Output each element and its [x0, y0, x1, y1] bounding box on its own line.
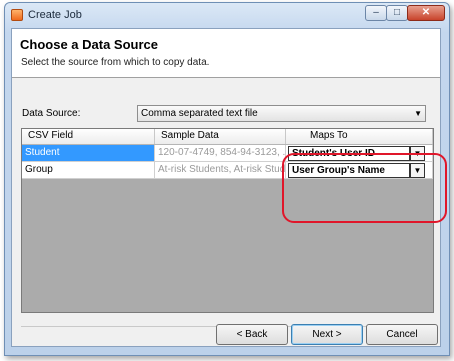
dialog-client-area: Choose a Data Source Select the source f… — [11, 28, 447, 347]
cancel-button[interactable]: Cancel — [366, 324, 438, 345]
minimize-button[interactable]: – — [365, 5, 387, 21]
close-button[interactable]: ✕ — [407, 5, 445, 21]
csv-field-cell[interactable]: Student — [22, 145, 155, 162]
column-header-csv-field[interactable]: CSV Field — [22, 129, 155, 144]
page-title: Choose a Data Source — [20, 37, 158, 52]
back-button[interactable]: < Back — [216, 324, 288, 345]
sample-data-cell: 120-07-4749, 854-94-3123, ... — [155, 145, 286, 162]
column-header-maps-to[interactable]: Maps To — [286, 129, 433, 144]
data-source-value: Comma separated text file — [141, 108, 258, 119]
wizard-header: Choose a Data Source Select the source f… — [12, 29, 440, 78]
csv-field-cell[interactable]: Group — [22, 162, 155, 179]
grid-header-row: CSV Field Sample Data Maps To — [22, 129, 433, 145]
chevron-down-icon: ▼ — [414, 109, 422, 118]
data-source-label: Data Source: — [22, 108, 81, 119]
page-subtitle: Select the source from which to copy dat… — [21, 57, 210, 68]
data-source-dropdown[interactable]: Comma separated text file ▼ — [137, 105, 426, 122]
sample-data-cell: At-risk Students, At-risk Stude... — [155, 162, 286, 179]
maximize-button[interactable]: □ — [386, 5, 408, 21]
window-title: Create Job — [28, 9, 82, 21]
next-button[interactable]: Next > — [291, 324, 363, 345]
app-icon — [11, 9, 23, 21]
create-job-window: Create Job – □ ✕ Choose a Data Source Se… — [4, 2, 450, 356]
title-bar[interactable]: Create Job – □ ✕ — [5, 3, 449, 29]
red-highlight-annotation — [282, 153, 447, 223]
column-header-sample-data[interactable]: Sample Data — [155, 129, 286, 144]
